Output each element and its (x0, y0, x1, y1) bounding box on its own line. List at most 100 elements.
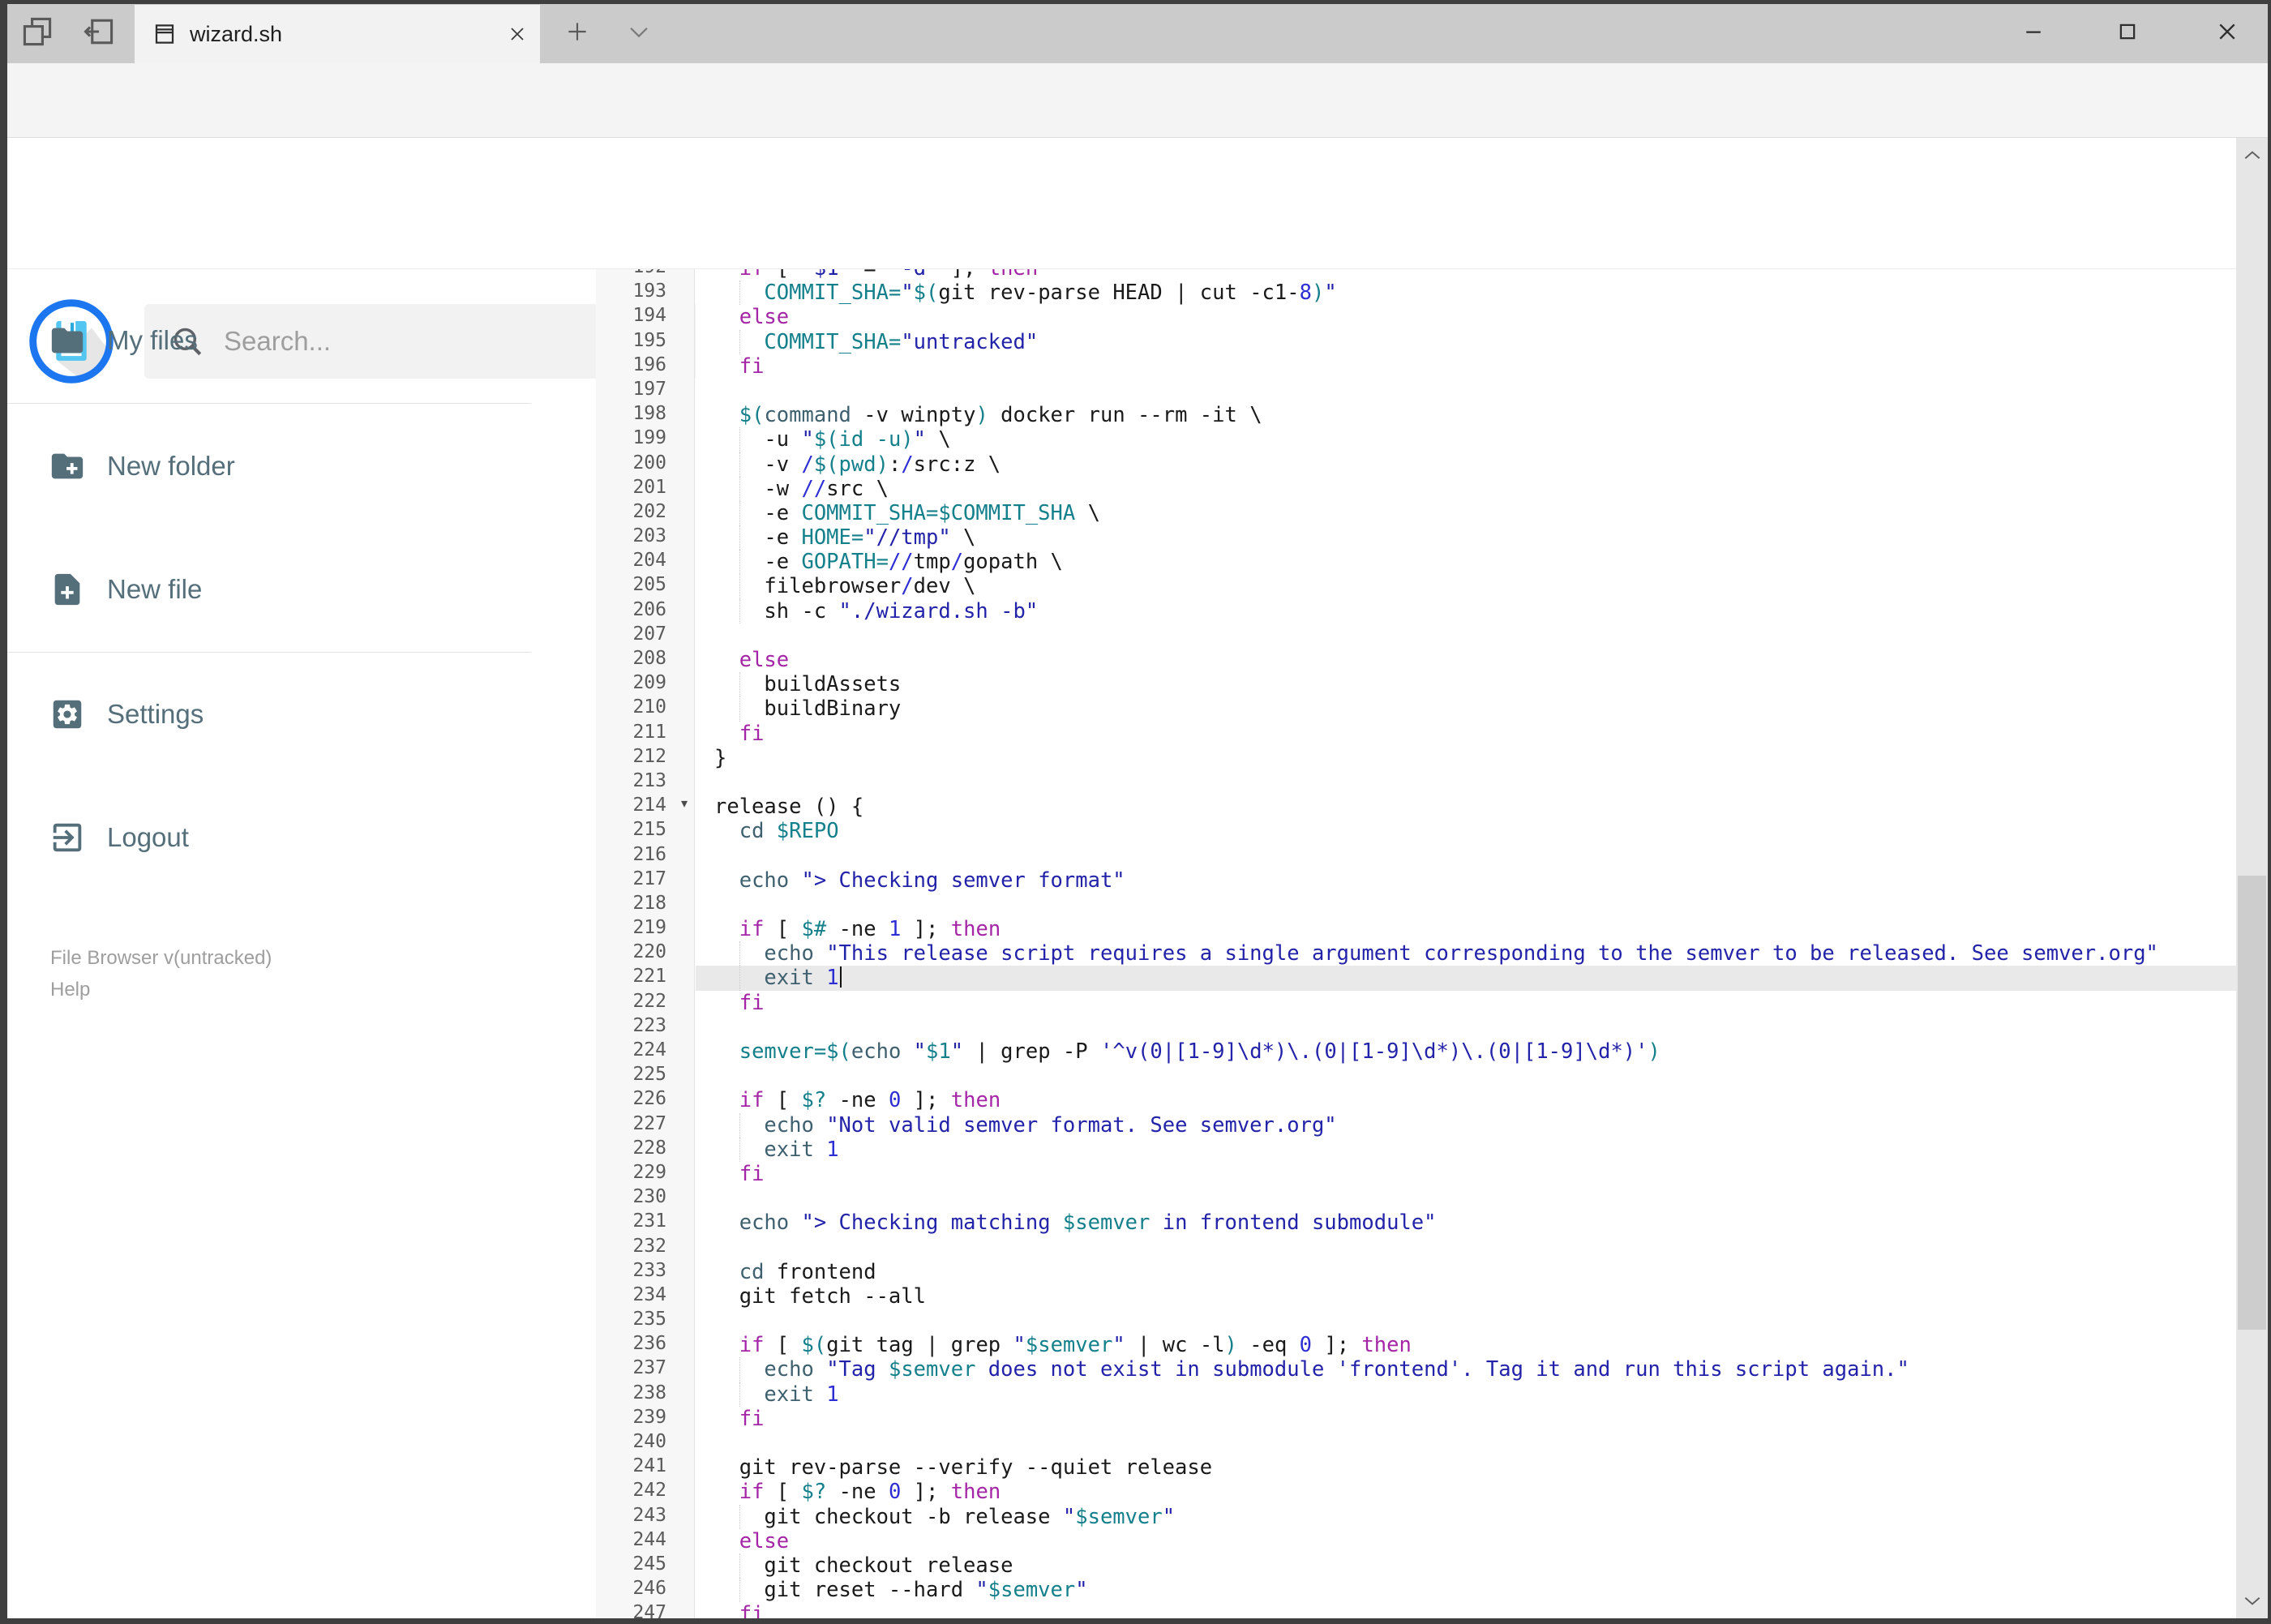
code-line[interactable]: -e GOPATH=//tmp/gopath \ (696, 550, 2236, 575)
code-line[interactable]: fi (696, 1162, 2236, 1186)
code-line[interactable]: buildBinary (696, 696, 2236, 722)
tab-preview-toggle[interactable] (608, 0, 670, 63)
gutter-line-number: 237 (632, 1357, 666, 1379)
tab-strip: wizard.sh (0, 0, 2271, 63)
code-line[interactable]: buildAssets (696, 672, 2236, 697)
gutter-line-number: 228 (632, 1137, 666, 1159)
code-line[interactable]: exit 1 (696, 1137, 2236, 1163)
gutter-line-number: 214 ▾ (632, 795, 688, 816)
code-line[interactable]: COMMIT_SHA="untracked" (696, 329, 2236, 354)
code-line[interactable]: } (696, 746, 2236, 770)
code-line[interactable]: -u "$(id -u)" \ (696, 427, 2236, 452)
code-line[interactable]: release () { (696, 795, 2236, 819)
code-line[interactable]: fi (696, 722, 2236, 746)
code-line[interactable]: git checkout release (696, 1553, 2236, 1579)
code-line[interactable]: git checkout -b release "$semver" (696, 1504, 2236, 1529)
code-line[interactable]: exit 1 (696, 966, 2236, 991)
sidebar-item-settings[interactable]: Settings (0, 688, 531, 741)
code-line[interactable]: cd $REPO (696, 819, 2236, 843)
code-line[interactable]: fi (696, 1407, 2236, 1431)
text-cursor (839, 966, 842, 988)
code-line[interactable]: if [ $? -ne 0 ]; then (696, 1480, 2236, 1504)
code-line[interactable]: git reset --hard "$semver" (696, 1578, 2236, 1603)
code-line[interactable]: cd frontend (696, 1260, 2236, 1284)
settings-gear-icon (53, 700, 82, 729)
code-line[interactable] (696, 844, 2236, 868)
code-line[interactable]: echo "This release script requires a sin… (696, 941, 2236, 966)
code-line[interactable] (696, 1309, 2236, 1333)
scrollbar-thumb[interactable] (2238, 876, 2266, 1330)
code-line[interactable]: git fetch --all (696, 1284, 2236, 1309)
code-line[interactable]: exit 1 (696, 1382, 2236, 1408)
minimize-button[interactable] (1991, 0, 2076, 63)
code-line[interactable]: if [ "$1" = "-d" ]; then (696, 269, 2236, 281)
tab-close-button[interactable] (495, 5, 540, 63)
code-line[interactable]: semver=$(echo "$1" | grep -P '^v(0|[1-9]… (696, 1039, 2236, 1064)
code-line[interactable]: filebrowser/dev \ (696, 574, 2236, 599)
sidebar-item-new-file[interactable]: New file (0, 563, 531, 616)
code-line[interactable]: COMMIT_SHA="$(git rev-parse HEAD | cut -… (696, 281, 2236, 306)
code-line[interactable] (696, 1064, 2236, 1088)
code-line[interactable]: echo "Tag $semver does not exist in subm… (696, 1357, 2236, 1382)
gutter-line-number: 208 (632, 648, 666, 669)
sidebar-item-my-files[interactable]: My files (0, 314, 531, 367)
app-header (0, 138, 2271, 384)
code-line[interactable] (696, 379, 2236, 403)
fold-marker-icon[interactable]: ▾ (681, 795, 688, 811)
code-line[interactable] (696, 1236, 2236, 1260)
maximize-icon (2119, 24, 2136, 40)
chevron-up-icon (2244, 151, 2260, 159)
scroll-up-button[interactable] (2236, 138, 2268, 174)
code-line[interactable]: -w //src \ (696, 476, 2236, 502)
code-line[interactable]: echo "> Checking semver format" (696, 868, 2236, 893)
code-line[interactable]: if [ $(git tag | grep "$semver" | wc -l)… (696, 1333, 2236, 1357)
code-line[interactable] (696, 770, 2236, 795)
code-line[interactable]: else (696, 305, 2236, 329)
code-line[interactable]: if [ $? -ne 0 ]; then (696, 1088, 2236, 1112)
scroll-down-button[interactable] (2236, 1583, 2268, 1618)
sidebar-divider (0, 652, 531, 653)
gutter-line-number: 246 (632, 1578, 666, 1600)
code-line[interactable]: fi (696, 1602, 2236, 1618)
set-tabs-aside-button[interactable] (68, 0, 130, 63)
sidebar-item-logout[interactable]: Logout (0, 811, 531, 864)
code-line[interactable]: -e HOME="//tmp" \ (696, 525, 2236, 551)
gutter-line-number: 236 (632, 1333, 666, 1355)
code-line[interactable] (696, 1431, 2236, 1455)
code-line[interactable] (696, 893, 2236, 917)
vertical-scrollbar[interactable] (2236, 138, 2268, 1618)
code-line[interactable]: echo "Not valid semver format. See semve… (696, 1112, 2236, 1138)
code-line[interactable]: else (696, 648, 2236, 672)
code-line[interactable]: else (696, 1529, 2236, 1553)
code-line[interactable]: fi (696, 354, 2236, 379)
code-line[interactable]: -e COMMIT_SHA=$COMMIT_SHA \ (696, 500, 2236, 526)
sidebar-item-new-folder[interactable]: New folder (0, 439, 531, 493)
editor-gutter: 1921931941951961971981992002012022032042… (596, 269, 695, 1618)
code-line[interactable]: git rev-parse --verify --quiet release (696, 1455, 2236, 1480)
gutter-line-number: 222 (632, 990, 666, 1012)
help-link[interactable]: Help (50, 979, 90, 1001)
code-line[interactable] (696, 1186, 2236, 1211)
close-icon (511, 28, 524, 41)
code-line[interactable]: sh -c "./wizard.sh -b" (696, 598, 2236, 624)
code-line[interactable] (696, 1015, 2236, 1039)
code-line[interactable]: $(command -v winpty) docker run --rm -it… (696, 403, 2236, 427)
gutter-line-number: 213 (632, 769, 666, 791)
code-editor[interactable]: if [ "$1" = "-d" ]; then COMMIT_SHA="$(g… (696, 269, 2236, 1618)
gutter-line-number: 198 (632, 403, 666, 425)
gutter-line-number: 211 (632, 721, 666, 743)
gutter-line-number: 245 (632, 1553, 666, 1575)
close-window-button[interactable] (2183, 0, 2271, 63)
code-line[interactable]: fi (696, 991, 2236, 1015)
active-tab[interactable]: wizard.sh (135, 5, 540, 63)
sidebar-item-label: New folder (107, 451, 235, 481)
new-tab-button[interactable] (546, 0, 608, 63)
code-line[interactable]: -v /$(pwd):/src:z \ (696, 452, 2236, 477)
gutter-line-number: 223 (632, 1014, 666, 1036)
code-line[interactable]: if [ $# -ne 1 ]; then (696, 917, 2236, 941)
code-line[interactable] (696, 623, 2236, 648)
gutter-line-number: 201 (632, 476, 666, 498)
maximize-button[interactable] (2085, 0, 2170, 63)
code-line[interactable]: echo "> Checking matching $semver in fro… (696, 1211, 2236, 1235)
show-tabs-aside-button[interactable] (6, 0, 68, 63)
